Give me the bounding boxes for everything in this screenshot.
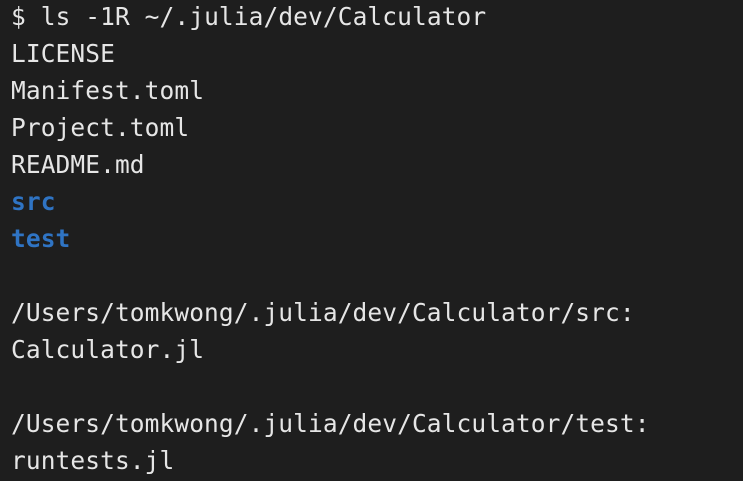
listing-item-runtests-jl: runtests.jl [11,446,175,475]
prompt-symbol: $ [11,2,26,31]
command-text: ls -1R ~/.julia/dev/Calculator [40,2,487,31]
command-line: $ ls -1R ~/.julia/dev/Calculator [11,0,743,35]
listing-item-test-directory: test [11,224,71,253]
terminal-window[interactable]: $ ls -1R ~/.julia/dev/Calculator LICENSE… [0,0,743,479]
listing-item-src-directory: src [11,187,56,216]
listing-item-calculator-jl: Calculator.jl [11,335,205,364]
section-header-src: /Users/tomkwong/.julia/dev/Calculator/sr… [11,298,635,327]
listing-item-readme: README.md [11,150,145,179]
listing-item-manifest: Manifest.toml [11,76,205,105]
listing-item-license: LICENSE [11,39,115,68]
listing-item-project: Project.toml [11,113,190,142]
section-header-test: /Users/tomkwong/.julia/dev/Calculator/te… [11,409,650,438]
